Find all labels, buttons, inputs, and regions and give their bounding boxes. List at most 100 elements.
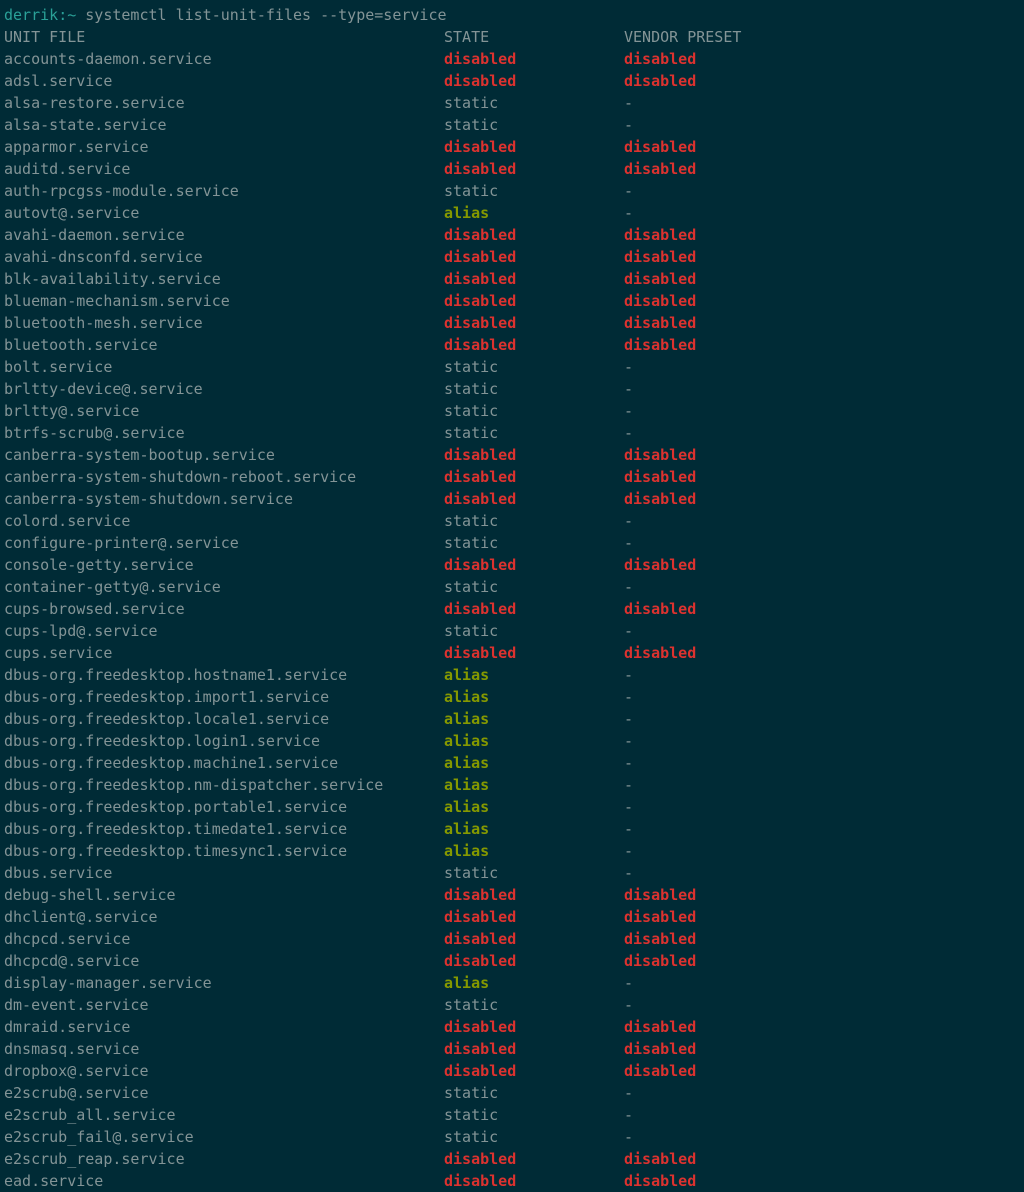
- state-value: disabled: [444, 314, 516, 332]
- state-value: disabled: [444, 138, 516, 156]
- state-value: disabled: [444, 644, 516, 662]
- state-value: disabled: [444, 72, 516, 90]
- prompt-command: systemctl list-unit-files --type=service: [85, 6, 446, 24]
- table-body: accounts-daemon.servicedisableddisableda…: [4, 48, 1020, 1192]
- preset-value: -: [624, 666, 633, 684]
- table-row: blueman-mechanism.servicedisableddisable…: [4, 290, 1020, 312]
- prompt-path: ~: [67, 6, 76, 24]
- table-row: avahi-daemon.servicedisableddisabled: [4, 224, 1020, 246]
- terminal-output[interactable]: derrik:~ systemctl list-unit-files --typ…: [4, 4, 1020, 1192]
- table-row: dhcpcd@.servicedisableddisabled: [4, 950, 1020, 972]
- prompt-symbol: [76, 6, 85, 24]
- preset-value: -: [624, 710, 633, 728]
- preset-value: disabled: [624, 644, 696, 662]
- preset-value: disabled: [624, 160, 696, 178]
- state-value: static: [444, 512, 498, 530]
- unit-file-name: e2scrub_all.service: [4, 1104, 444, 1126]
- preset-value: -: [624, 798, 633, 816]
- unit-file-name: dbus-org.freedesktop.hostname1.service: [4, 664, 444, 686]
- table-row: dbus-org.freedesktop.nm-dispatcher.servi…: [4, 774, 1020, 796]
- state-value: disabled: [444, 1062, 516, 1080]
- state-value: static: [444, 94, 498, 112]
- table-row: btrfs-scrub@.servicestatic-: [4, 422, 1020, 444]
- table-row: colord.servicestatic-: [4, 510, 1020, 532]
- table-row: dbus-org.freedesktop.timesync1.serviceal…: [4, 840, 1020, 862]
- table-row: adsl.servicedisableddisabled: [4, 70, 1020, 92]
- table-row: e2scrub_fail@.servicestatic-: [4, 1126, 1020, 1148]
- state-value: static: [444, 622, 498, 640]
- preset-value: disabled: [624, 1040, 696, 1058]
- preset-value: -: [624, 622, 633, 640]
- state-value: alias: [444, 666, 489, 684]
- preset-value: disabled: [624, 908, 696, 926]
- table-row: bluetooth-mesh.servicedisableddisabled: [4, 312, 1020, 334]
- preset-value: -: [624, 776, 633, 794]
- state-value: disabled: [444, 1040, 516, 1058]
- state-value: disabled: [444, 336, 516, 354]
- unit-file-name: dbus.service: [4, 862, 444, 884]
- unit-file-name: adsl.service: [4, 70, 444, 92]
- prompt-user: derrik: [4, 6, 58, 24]
- unit-file-name: cups-lpd@.service: [4, 620, 444, 642]
- state-value: alias: [444, 754, 489, 772]
- header-vendor-preset: VENDOR PRESET: [624, 26, 741, 48]
- table-row: accounts-daemon.servicedisableddisabled: [4, 48, 1020, 70]
- state-value: disabled: [444, 1018, 516, 1036]
- table-row: dmraid.servicedisableddisabled: [4, 1016, 1020, 1038]
- table-row: canberra-system-shutdown.servicedisabled…: [4, 488, 1020, 510]
- state-value: static: [444, 1128, 498, 1146]
- table-row: canberra-system-shutdown-reboot.serviced…: [4, 466, 1020, 488]
- unit-file-name: cups.service: [4, 642, 444, 664]
- state-value: disabled: [444, 490, 516, 508]
- state-value: static: [444, 358, 498, 376]
- preset-value: disabled: [624, 314, 696, 332]
- state-value: disabled: [444, 270, 516, 288]
- unit-file-name: autovt@.service: [4, 202, 444, 224]
- state-value: disabled: [444, 908, 516, 926]
- unit-file-name: console-getty.service: [4, 554, 444, 576]
- preset-value: -: [624, 842, 633, 860]
- preset-value: -: [624, 688, 633, 706]
- preset-value: -: [624, 864, 633, 882]
- preset-value: disabled: [624, 556, 696, 574]
- header-state: STATE: [444, 26, 624, 48]
- unit-file-name: auditd.service: [4, 158, 444, 180]
- table-row: ead.servicedisableddisabled: [4, 1170, 1020, 1192]
- state-value: static: [444, 380, 498, 398]
- table-row: e2scrub_reap.servicedisableddisabled: [4, 1148, 1020, 1170]
- preset-value: disabled: [624, 72, 696, 90]
- state-value: disabled: [444, 226, 516, 244]
- table-row: avahi-dnsconfd.servicedisableddisabled: [4, 246, 1020, 268]
- preset-value: disabled: [624, 446, 696, 464]
- unit-file-name: canberra-system-shutdown.service: [4, 488, 444, 510]
- table-row: configure-printer@.servicestatic-: [4, 532, 1020, 554]
- state-value: disabled: [444, 556, 516, 574]
- unit-file-name: accounts-daemon.service: [4, 48, 444, 70]
- table-row: cups-lpd@.servicestatic -: [4, 620, 1020, 642]
- unit-file-name: dbus-org.freedesktop.login1.service: [4, 730, 444, 752]
- preset-value: disabled: [624, 952, 696, 970]
- preset-value: disabled: [624, 1062, 696, 1080]
- state-value: static: [444, 996, 498, 1014]
- unit-file-name: dbus-org.freedesktop.import1.service: [4, 686, 444, 708]
- table-row: auth-rpcgss-module.servicestatic-: [4, 180, 1020, 202]
- preset-value: disabled: [624, 292, 696, 310]
- unit-file-name: cups-browsed.service: [4, 598, 444, 620]
- unit-file-name: debug-shell.service: [4, 884, 444, 906]
- unit-file-name: btrfs-scrub@.service: [4, 422, 444, 444]
- table-row: dhcpcd.servicedisableddisabled: [4, 928, 1020, 950]
- unit-file-name: dhcpcd.service: [4, 928, 444, 950]
- table-row: brltty@.servicestatic-: [4, 400, 1020, 422]
- unit-file-name: e2scrub_reap.service: [4, 1148, 444, 1170]
- table-row: dbus-org.freedesktop.locale1.servicealia…: [4, 708, 1020, 730]
- unit-file-name: apparmor.service: [4, 136, 444, 158]
- unit-file-name: blueman-mechanism.service: [4, 290, 444, 312]
- preset-value: -: [624, 402, 633, 420]
- preset-value: disabled: [624, 490, 696, 508]
- state-value: disabled: [444, 160, 516, 178]
- preset-value: disabled: [624, 600, 696, 618]
- unit-file-name: dbus-org.freedesktop.timedate1.service: [4, 818, 444, 840]
- preset-value: disabled: [624, 336, 696, 354]
- state-value: disabled: [444, 292, 516, 310]
- unit-file-name: avahi-daemon.service: [4, 224, 444, 246]
